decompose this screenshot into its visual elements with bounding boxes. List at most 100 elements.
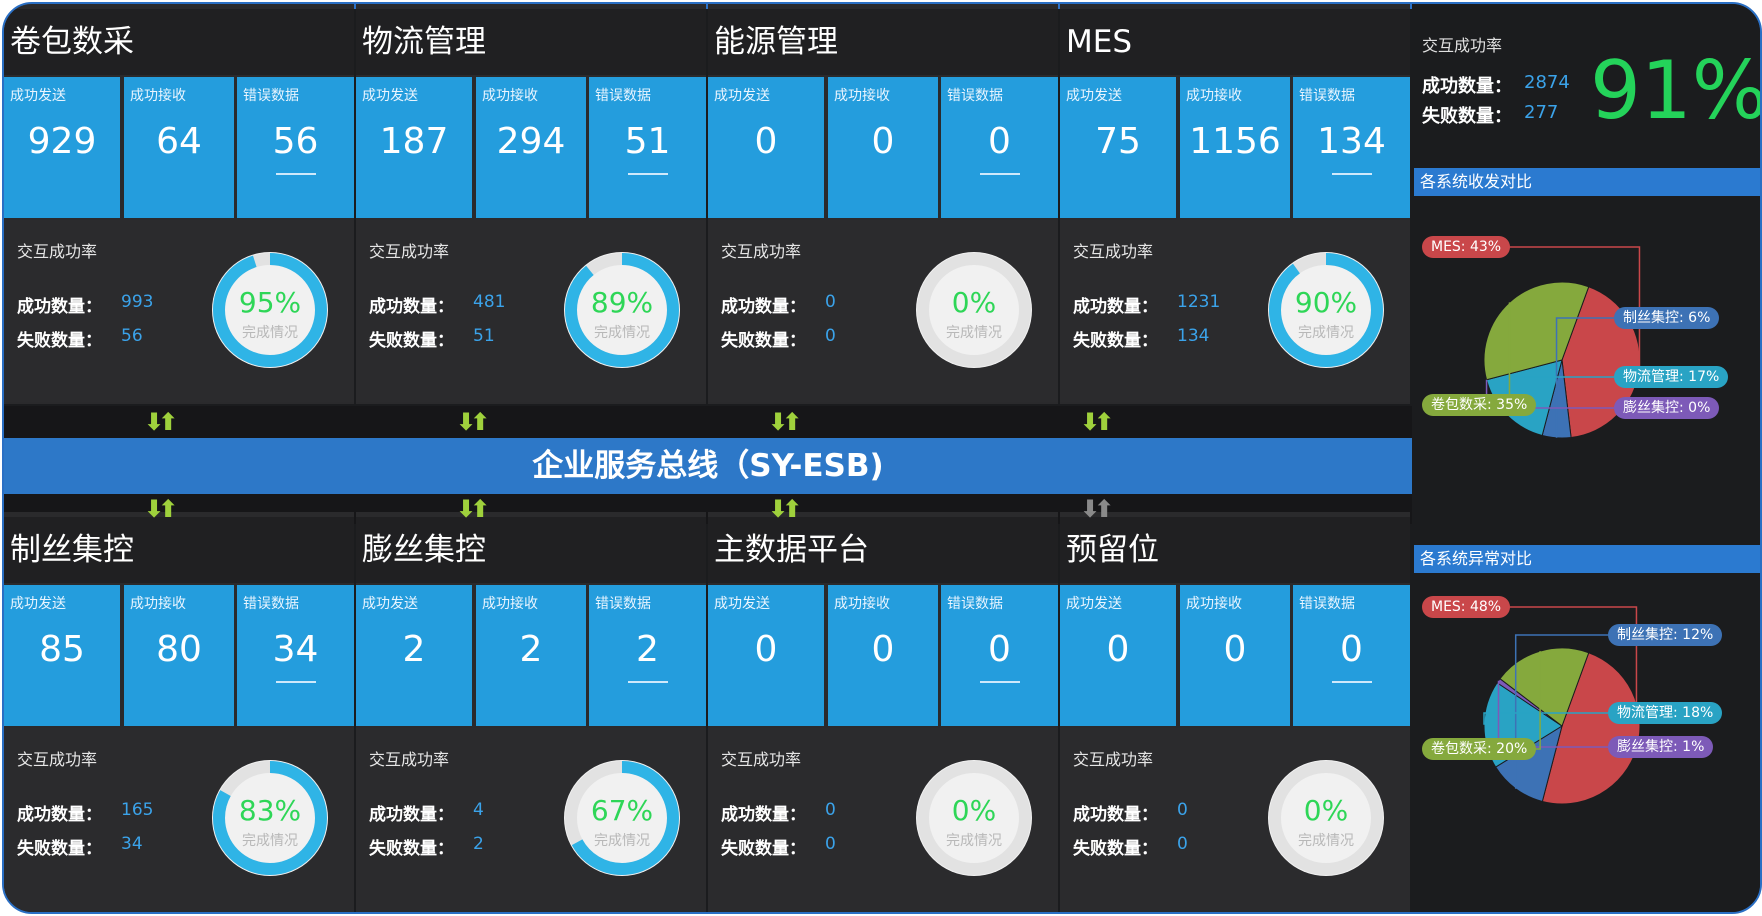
progress-ring: 0% 完成情况 — [914, 250, 1034, 370]
pie-slice-label: 物流管理: 17% — [1614, 366, 1729, 388]
system-panel: 膨丝集控 成功发送 2 成功接收 2 错误数据 2 交互成功率 成功数量： 4 … — [356, 512, 706, 912]
fail-count-value: 134 — [1177, 326, 1210, 346]
stat-err-tile[interactable]: 错误数据 0 — [941, 77, 1058, 218]
fail-count-value: 2 — [473, 834, 484, 854]
stat-send-tile[interactable]: 成功发送 187 — [356, 77, 472, 218]
stat-recv-value: 1156 — [1189, 121, 1281, 162]
error-compare-title: 各系统异常对比 — [1414, 545, 1760, 573]
fail-count-value: 0 — [825, 834, 836, 854]
success-rate-section: 交互成功率 成功数量： 4 失败数量： 2 67% 完成情况 — [356, 728, 706, 910]
stat-recv-value: 64 — [156, 121, 202, 162]
success-rate-section: 交互成功率 成功数量： 1231 失败数量： 134 90% 完成情况 — [1060, 220, 1410, 402]
stat-recv-tile[interactable]: 成功接收 64 — [124, 77, 234, 218]
system-panel: 制丝集控 成功发送 85 成功接收 80 错误数据 34 交互成功率 成功数量：… — [4, 512, 354, 912]
summary-fail-value: 277 — [1524, 102, 1559, 123]
system-panel: 物流管理 成功发送 187 成功接收 294 错误数据 51 交互成功率 成功数… — [356, 4, 706, 404]
stat-send-tile[interactable]: 成功发送 85 — [4, 585, 120, 726]
stat-recv-tile[interactable]: 成功接收 0 — [1180, 585, 1290, 726]
progress-ring: 0% 完成情况 — [914, 758, 1034, 878]
progress-ring: 67% 完成情况 — [562, 758, 682, 878]
progress-caption: 完成情况 — [1298, 833, 1354, 849]
stat-send-tile[interactable]: 成功发送 75 — [1060, 77, 1176, 218]
progress-ring: 89% 完成情况 — [562, 250, 682, 370]
stat-recv-tile[interactable]: 成功接收 80 — [124, 585, 234, 726]
ok-count-label: 成功数量： — [721, 805, 806, 825]
stat-err-tile[interactable]: 错误数据 34 — [237, 585, 354, 726]
stat-err-value: 56 — [272, 121, 319, 162]
fail-count-label: 失败数量： — [721, 331, 806, 351]
ok-count-value: 993 — [121, 292, 154, 312]
progress-ring: 90% 完成情况 — [1266, 250, 1386, 370]
up-down-arrow-icon: ⬇⬆ — [456, 408, 490, 436]
fail-count-label: 失败数量： — [17, 839, 102, 859]
stat-send-value: 187 — [379, 121, 449, 162]
stat-err-value: 34 — [272, 629, 319, 670]
up-down-arrow-icon: ⬇⬆ — [1080, 495, 1114, 523]
stat-err-tile[interactable]: 错误数据 51 — [589, 77, 706, 218]
value-underline — [275, 173, 316, 175]
stat-send-label: 成功发送 — [714, 88, 770, 104]
progress-caption: 完成情况 — [946, 833, 1002, 849]
stat-send-value: 0 — [754, 629, 778, 670]
stat-err-tile[interactable]: 错误数据 2 — [589, 585, 706, 726]
stat-err-value: 2 — [636, 629, 659, 670]
stat-recv-tile[interactable]: 成功接收 294 — [476, 77, 586, 218]
stat-err-label: 错误数据 — [947, 88, 1003, 104]
stat-recv-value: 0 — [871, 629, 895, 670]
stat-err-tile[interactable]: 错误数据 134 — [1293, 77, 1410, 218]
success-rate-section: 交互成功率 成功数量： 993 失败数量： 56 95% 完成情况 — [4, 220, 354, 402]
system-name: 物流管理 — [356, 9, 706, 75]
ok-count-label: 成功数量： — [1073, 805, 1158, 825]
progress-percent: 0% — [1303, 794, 1349, 827]
stat-send-value: 929 — [27, 121, 97, 162]
pie-slice-label: 制丝集控: 12% — [1608, 624, 1723, 646]
stat-recv-label: 成功接收 — [482, 88, 538, 104]
summary-sidebar: 交互成功率 成功数量： 2874 失败数量： 277 91% 各系统收发对比 M… — [1414, 4, 1760, 912]
summary-ok-value: 2874 — [1524, 72, 1570, 93]
pie-slice-label: 膨丝集控: 0% — [1614, 397, 1720, 419]
stat-send-label: 成功发送 — [714, 596, 770, 612]
success-rate-section: 交互成功率 成功数量： 165 失败数量： 34 83% 完成情况 — [4, 728, 354, 910]
progress-percent: 0% — [951, 794, 997, 827]
system-name: 能源管理 — [708, 9, 1058, 75]
stat-err-value: 0 — [1340, 629, 1363, 670]
system-name: 制丝集控 — [4, 517, 354, 583]
stat-send-label: 成功发送 — [10, 596, 66, 612]
up-down-arrow-icon: ⬇⬆ — [144, 495, 178, 523]
stat-send-tile[interactable]: 成功发送 2 — [356, 585, 472, 726]
stat-recv-label: 成功接收 — [834, 88, 890, 104]
stat-err-tile[interactable]: 错误数据 0 — [941, 585, 1058, 726]
ok-count-value: 4 — [473, 800, 484, 820]
system-panel: 卷包数采 成功发送 929 成功接收 64 错误数据 56 交互成功率 成功数量… — [4, 4, 354, 404]
stat-recv-tile[interactable]: 成功接收 1156 — [1180, 77, 1290, 218]
stat-recv-tile[interactable]: 成功接收 0 — [828, 77, 938, 218]
system-name: 预留位 — [1060, 517, 1410, 583]
system-name: 卷包数采 — [4, 9, 354, 75]
stat-send-tile[interactable]: 成功发送 929 — [4, 77, 120, 218]
stat-send-label: 成功发送 — [1066, 88, 1122, 104]
stat-send-tile[interactable]: 成功发送 0 — [1060, 585, 1176, 726]
stat-send-tile[interactable]: 成功发送 0 — [708, 77, 824, 218]
fail-count-label: 失败数量： — [1073, 839, 1158, 859]
stat-send-label: 成功发送 — [1066, 596, 1122, 612]
stat-err-tile[interactable]: 错误数据 56 — [237, 77, 354, 218]
stat-send-value: 2 — [402, 629, 426, 670]
success-rate-section: 交互成功率 成功数量： 481 失败数量： 51 89% 完成情况 — [356, 220, 706, 402]
stat-recv-tile[interactable]: 成功接收 0 — [828, 585, 938, 726]
stat-recv-tile[interactable]: 成功接收 2 — [476, 585, 586, 726]
stat-err-value: 134 — [1317, 121, 1386, 162]
system-panel: 能源管理 成功发送 0 成功接收 0 错误数据 0 交互成功率 成功数量： 0 … — [708, 4, 1058, 404]
rate-title: 交互成功率 — [721, 242, 802, 261]
send-recv-compare-title: 各系统收发对比 — [1414, 168, 1760, 196]
stat-send-tile[interactable]: 成功发送 0 — [708, 585, 824, 726]
stat-send-label: 成功发送 — [362, 88, 418, 104]
stat-recv-label: 成功接收 — [130, 88, 186, 104]
fail-count-label: 失败数量： — [721, 839, 806, 859]
rate-title: 交互成功率 — [17, 750, 98, 769]
value-underline — [627, 173, 668, 175]
summary-fail-label: 失败数量： — [1422, 106, 1512, 127]
success-rate-section: 交互成功率 成功数量： 0 失败数量： 0 0% 完成情况 — [708, 220, 1058, 402]
rate-title: 交互成功率 — [1073, 750, 1154, 769]
stat-err-tile[interactable]: 错误数据 0 — [1293, 585, 1410, 726]
stat-recv-label: 成功接收 — [834, 596, 890, 612]
